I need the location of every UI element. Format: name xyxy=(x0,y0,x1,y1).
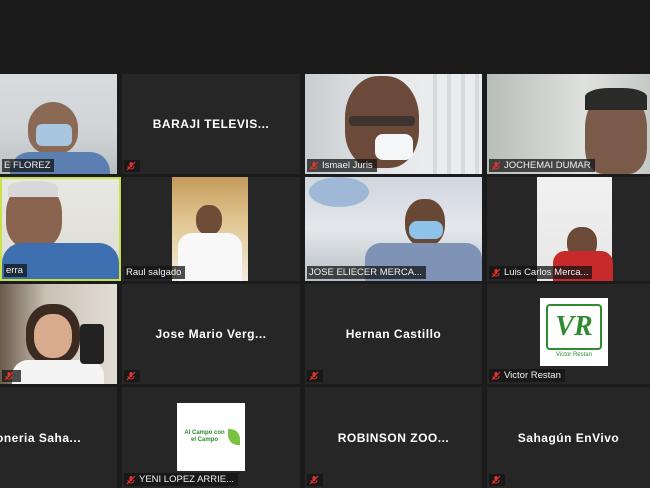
participant-tile[interactable]: ROBINSON ZOO... xyxy=(305,387,482,488)
participant-tile[interactable]: VR Victor Restan Victor Restan xyxy=(487,284,650,384)
muted-mic-icon xyxy=(126,475,136,485)
participant-name-label: YENI LOPEZ ARRIE... xyxy=(124,473,239,486)
participant-tile[interactable]: Ismael Juris xyxy=(305,74,482,174)
muted-mic-icon xyxy=(309,475,319,485)
participant-name-label: E FLOREZ xyxy=(2,159,55,172)
participant-name-label: Victor Restan xyxy=(489,369,565,382)
participant-name-label xyxy=(307,474,323,486)
participant-tile[interactable]: Jose Mario Verg... xyxy=(122,284,300,384)
participant-tile[interactable] xyxy=(0,284,117,384)
muted-mic-icon xyxy=(491,475,501,485)
participant-tile[interactable]: Al Campo con el Campo YENI LOPEZ ARRIE..… xyxy=(122,387,300,488)
muted-mic-icon xyxy=(491,268,501,278)
participant-tile[interactable]: Hernan Castillo xyxy=(305,284,482,384)
leaf-icon xyxy=(227,429,240,445)
participant-name-label: Raul salgado xyxy=(124,266,186,279)
active-speaker-tile[interactable]: erra xyxy=(0,177,121,281)
gallery-grid: E FLOREZ BARAJI TELEVIS... Ismael Juris xyxy=(0,0,650,488)
participant-tile[interactable]: E FLOREZ xyxy=(0,74,117,174)
muted-mic-icon xyxy=(309,161,319,171)
participant-display-name: BARAJI TELEVIS... xyxy=(152,117,270,131)
muted-mic-icon xyxy=(126,161,136,171)
participant-display-name: ROBINSON ZOO... xyxy=(337,430,450,445)
participant-tile[interactable]: Luis Carlos Merca... xyxy=(487,177,650,281)
participant-name-label: JOCHEMAI DUMAR xyxy=(489,159,595,172)
logo-caption: Victor Restan xyxy=(556,352,592,358)
vr-logo: VR xyxy=(546,304,602,350)
participant-display-name: Jose Mario Verg... xyxy=(155,327,267,341)
muted-mic-icon xyxy=(491,161,501,171)
muted-mic-icon xyxy=(309,371,319,381)
muted-mic-icon xyxy=(126,371,136,381)
participant-tile[interactable]: JOCHEMAI DUMAR xyxy=(487,74,650,174)
participant-name-label xyxy=(2,370,21,382)
participant-tile[interactable]: JOSE ELIECER MERCA... xyxy=(305,177,482,281)
participant-name-label: Luis Carlos Merca... xyxy=(489,266,593,279)
participant-tile[interactable]: BARAJI TELEVIS... xyxy=(122,74,300,174)
participant-avatar: Al Campo con el Campo xyxy=(177,403,245,471)
participant-name-label xyxy=(124,370,140,382)
campo-logo: Al Campo con el Campo xyxy=(181,427,241,447)
participant-name-label xyxy=(307,370,323,382)
participant-tile[interactable]: Raul salgado xyxy=(122,177,300,281)
participant-avatar: VR Victor Restan xyxy=(540,298,608,366)
participant-name-label: erra xyxy=(4,264,27,277)
participant-name-label: JOSE ELIECER MERCA... xyxy=(307,266,426,279)
muted-mic-icon xyxy=(491,371,501,381)
participant-name-label xyxy=(489,474,505,486)
muted-mic-icon xyxy=(4,371,14,381)
participant-display-name: Hernan Castillo xyxy=(345,327,442,341)
participant-name-label: Ismael Juris xyxy=(307,159,377,172)
participant-tile[interactable]: Sahagún EnVivo xyxy=(487,387,650,488)
participant-name-label xyxy=(124,160,140,172)
participant-video xyxy=(0,284,117,384)
participant-display-name: oneria Saha... xyxy=(0,430,82,445)
participant-tile[interactable]: oneria Saha... xyxy=(0,387,117,488)
participant-display-name: Sahagún EnVivo xyxy=(517,430,620,445)
